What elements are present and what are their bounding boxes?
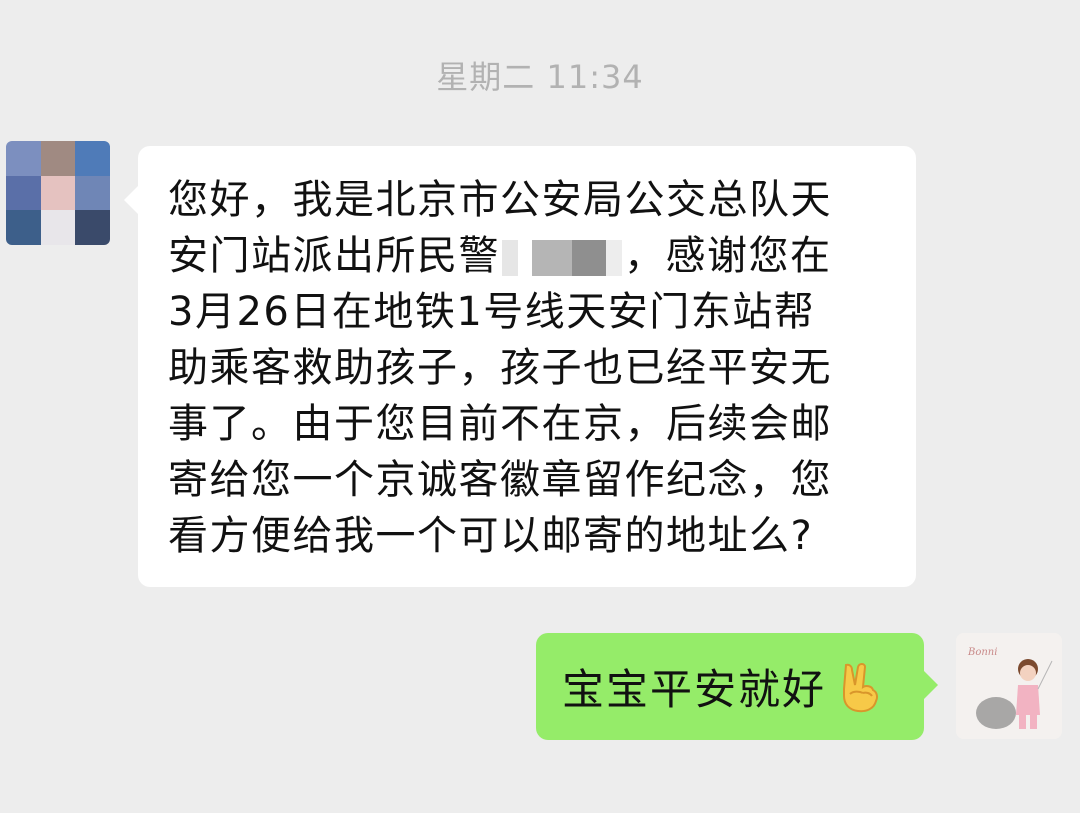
avatar-pixel <box>6 210 41 245</box>
message-line-part: ，感谢您在 <box>624 233 832 279</box>
my-avatar[interactable]: Bonni <box>956 633 1062 739</box>
outgoing-message-text: 宝宝平安就好 <box>562 665 827 714</box>
cartoon-girl-avatar-icon: Bonni <box>956 633 1062 739</box>
avatar-pixel <box>6 141 41 176</box>
message-line: 看方便给我一个可以邮寄的地址么? <box>168 513 814 559</box>
message-line: 助乘客救助孩子，孩子也已经平安无 <box>168 345 832 391</box>
message-line: 寄给您一个京诚客徽章留作纪念，您 <box>168 457 832 503</box>
mosaic-redaction-icon <box>502 236 622 280</box>
message-line: 3月26日在地铁1号线天安门东站帮 <box>168 289 816 335</box>
incoming-message-bubble[interactable]: 您好，我是北京市公安局公交总队天 安门站派出所民警 ，感谢您在 3月26日在地铁1… <box>124 146 916 587</box>
avatar-pixel <box>40 141 76 176</box>
avatar-pixel <box>75 141 110 176</box>
message-line-part: 安门站派出所民警 <box>168 233 500 279</box>
outgoing-message-bubble[interactable]: 宝宝平安就好 <box>536 633 938 740</box>
avatar-pixel <box>40 210 76 245</box>
avatar-pixel <box>6 175 41 211</box>
victory-hand-emoji-icon <box>836 661 882 713</box>
message-timestamp: 星期二 11:34 <box>436 58 644 96</box>
message-line: 安门站派出所民警 ，感谢您在 <box>168 228 886 284</box>
message-line: 您好，我是北京市公安局公交总队天 <box>168 177 832 223</box>
avatar-label: Bonni <box>967 647 997 658</box>
avatar-pixel <box>75 210 110 245</box>
avatar-pixel <box>75 175 110 211</box>
message-line: 事了。由于您目前不在京，后续会邮 <box>168 401 832 447</box>
contact-avatar[interactable] <box>6 141 110 245</box>
avatar-pixel <box>40 175 76 211</box>
